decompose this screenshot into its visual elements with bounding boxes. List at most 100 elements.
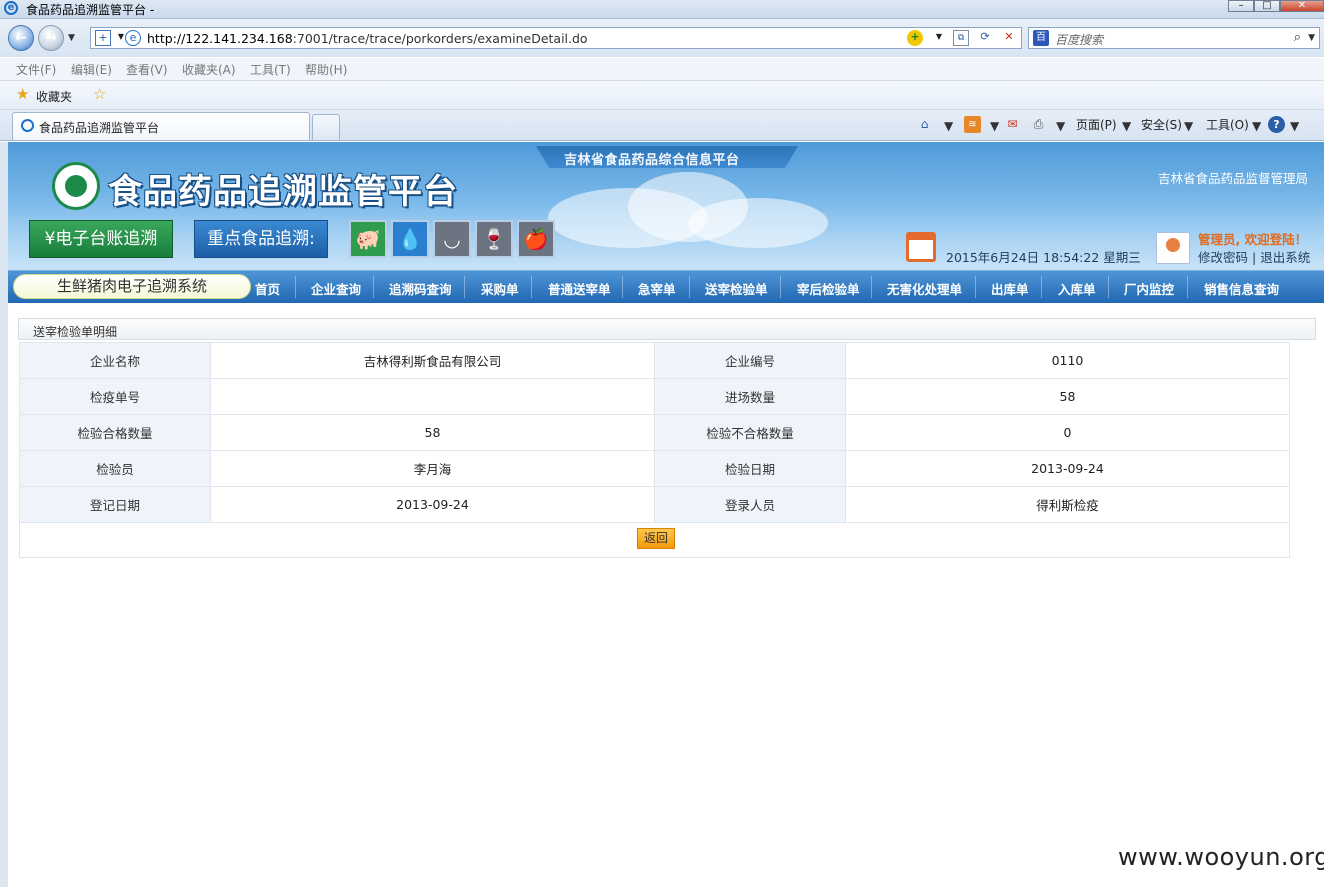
nav-separator [689,276,690,298]
nav-purchase-order[interactable]: 采购单 [481,279,519,298]
mail-icon[interactable]: ✉ [1004,116,1021,133]
key-food-trace-button[interactable]: 重点食品追溯: [194,220,328,258]
nav-trace-code-query[interactable]: 追溯码查询 [389,279,452,298]
cloud-decoration [688,198,828,248]
field-value: 得利斯检疫 [844,486,1291,523]
liquor-category-icon[interactable]: 🍷 [475,220,513,258]
url-text[interactable]: http://122.141.234.168:7001/trace/trace/… [147,31,588,46]
field-label: 进场数量 [653,378,846,415]
tab-main[interactable]: 食品药品追溯监管平台 [12,112,310,140]
add-favorite-icon[interactable]: ☆ [93,87,106,102]
search-box[interactable]: 百 百度搜索 ⌕ ▼ [1028,27,1320,49]
search-dropdown-icon[interactable]: ▼ [1308,33,1315,43]
field-label: 登记日期 [19,486,211,523]
menu-tools[interactable]: 工具(T) [250,61,291,78]
nav-enterprise-query[interactable]: 企业查询 [311,279,361,298]
rss-dropdown-icon[interactable]: ▼ [990,119,999,133]
milk-category-icon[interactable]: ◡ [433,220,471,258]
nav-pre-slaughter-inspection[interactable]: 送宰检验单 [705,279,768,298]
welcome-text: 管理员, 欢迎登陆！ [1198,232,1308,247]
address-bar[interactable]: + ▼ e http://122.141.234.168:7001/trace/… [90,27,1022,49]
platform-band[interactable]: 吉林省食品药品综合信息平台 [536,146,798,168]
favorites-star-icon[interactable]: ★ [16,87,29,102]
nav-post-slaughter-inspection[interactable]: 宰后检验单 [797,279,860,298]
pork-category-icon[interactable]: 🐖 [349,220,387,258]
nav-separator [1187,276,1188,298]
field-label: 检疫单号 [19,378,211,415]
tools-menu[interactable]: 工具(O) [1206,116,1249,133]
tab-bar: 食品药品追溯监管平台 ⌂ ▼ ≋ ▼ ✉ ⎙ ▼ 页面(P) ▼ 安全(S) ▼… [0,110,1324,141]
compat-view-icon[interactable]: ⧉ [953,30,969,46]
menu-file[interactable]: 文件(F) [16,61,56,78]
history-dropdown-icon[interactable]: ▼ [68,33,75,43]
menu-edit[interactable]: 编辑(E) [71,61,112,78]
tab-ie-icon [21,119,34,132]
water-category-icon[interactable]: 💧 [391,220,429,258]
back-button-page[interactable]: 返回 [637,528,675,549]
tools-dropdown-icon[interactable]: ▼ [1252,119,1261,133]
refresh-icon[interactable]: ⟳ [977,30,993,46]
window-controls: – □ ✕ [1228,0,1324,12]
minimize-button[interactable]: – [1228,0,1254,12]
menu-help[interactable]: 帮助(H) [305,61,347,78]
page-dropdown-icon[interactable]: ▼ [1122,119,1131,133]
nav-sales-info-query[interactable]: 销售信息查询 [1204,279,1279,298]
logout-link[interactable]: 退出系统 [1260,250,1310,265]
baidu-icon: 百 [1033,30,1049,46]
menu-view[interactable]: 查看(V) [126,61,168,78]
nav-inbound-order[interactable]: 入库单 [1058,279,1096,298]
favorites-button[interactable]: 收藏夹 [36,88,72,105]
nav-home[interactable]: 首页 [255,279,280,298]
agency-logo [52,162,100,210]
search-input[interactable]: 百度搜索 [1055,31,1103,48]
menu-favorites[interactable]: 收藏夹(A) [182,61,236,78]
nav-separator [780,276,781,298]
addon-dropdown-icon[interactable]: ▼ [931,30,947,46]
user-links: 修改密码 | 退出系统 [1198,247,1310,266]
back-button[interactable]: ← [8,25,34,51]
table-row: 检验合格数量 58 检验不合格数量 0 [19,414,1291,451]
close-window-button[interactable]: ✕ [1280,0,1324,12]
page-icon: e [125,30,141,46]
window-title: 食品药品追溯监管平台 - [26,3,155,17]
forward-button[interactable]: → [38,25,64,51]
field-value: 2013-09-24 [209,486,655,523]
watermark: www.wooyun.org [1118,843,1324,871]
maximize-button[interactable]: □ [1254,0,1280,12]
change-password-link[interactable]: 修改密码 [1198,250,1248,265]
table-row: 检验员 李月海 检验日期 2013-09-24 [19,450,1291,487]
search-icon[interactable]: ⌕ [1294,30,1301,45]
address-toolbar: ← → ▼ + ▼ e http://122.141.234.168:7001/… [0,19,1324,57]
print-icon[interactable]: ⎙ [1030,116,1047,133]
home-dropdown-icon[interactable]: ▼ [944,119,953,133]
ie-icon: e [4,1,18,15]
favorites-bar: ★ 收藏夹 ☆ [0,81,1324,110]
fruit-category-icon[interactable]: 🍎 [517,220,555,258]
stop-icon[interactable]: ✕ [1001,30,1017,46]
nav-separator [464,276,465,298]
compat-shield-icon[interactable]: + [95,30,111,46]
tab-label: 食品药品追溯监管平台 [39,121,160,135]
bureau-name: 吉林省食品药品监督管理局 [1157,171,1308,186]
safety-menu[interactable]: 安全(S) [1141,116,1182,133]
help-icon[interactable]: ? [1268,116,1285,133]
addon-icon[interactable]: + [907,30,923,46]
print-dropdown-icon[interactable]: ▼ [1056,119,1065,133]
home-icon[interactable]: ⌂ [916,116,933,133]
new-tab-button[interactable] [312,114,340,140]
action-row: 返回 [19,523,1290,558]
platform-band-label: 吉林省食品药品综合信息平台 [564,153,740,168]
nav-plant-monitoring[interactable]: 厂内监控 [1124,279,1174,298]
rss-icon[interactable]: ≋ [964,116,981,133]
nav-harmless-disposal[interactable]: 无害化处理单 [887,279,962,298]
nav-separator [1108,276,1109,298]
nav-slaughter-order[interactable]: 普通送宰单 [548,279,611,298]
ledger-trace-button[interactable]: ¥电子台账追溯 [29,220,173,258]
nav-separator [871,276,872,298]
safety-dropdown-icon[interactable]: ▼ [1184,119,1193,133]
nav-emergency-slaughter[interactable]: 急宰单 [638,279,676,298]
help-dropdown-icon[interactable]: ▼ [1290,119,1299,133]
field-value: 58 [209,414,655,451]
nav-outbound-order[interactable]: 出库单 [991,279,1029,298]
page-menu[interactable]: 页面(P) [1076,116,1117,133]
